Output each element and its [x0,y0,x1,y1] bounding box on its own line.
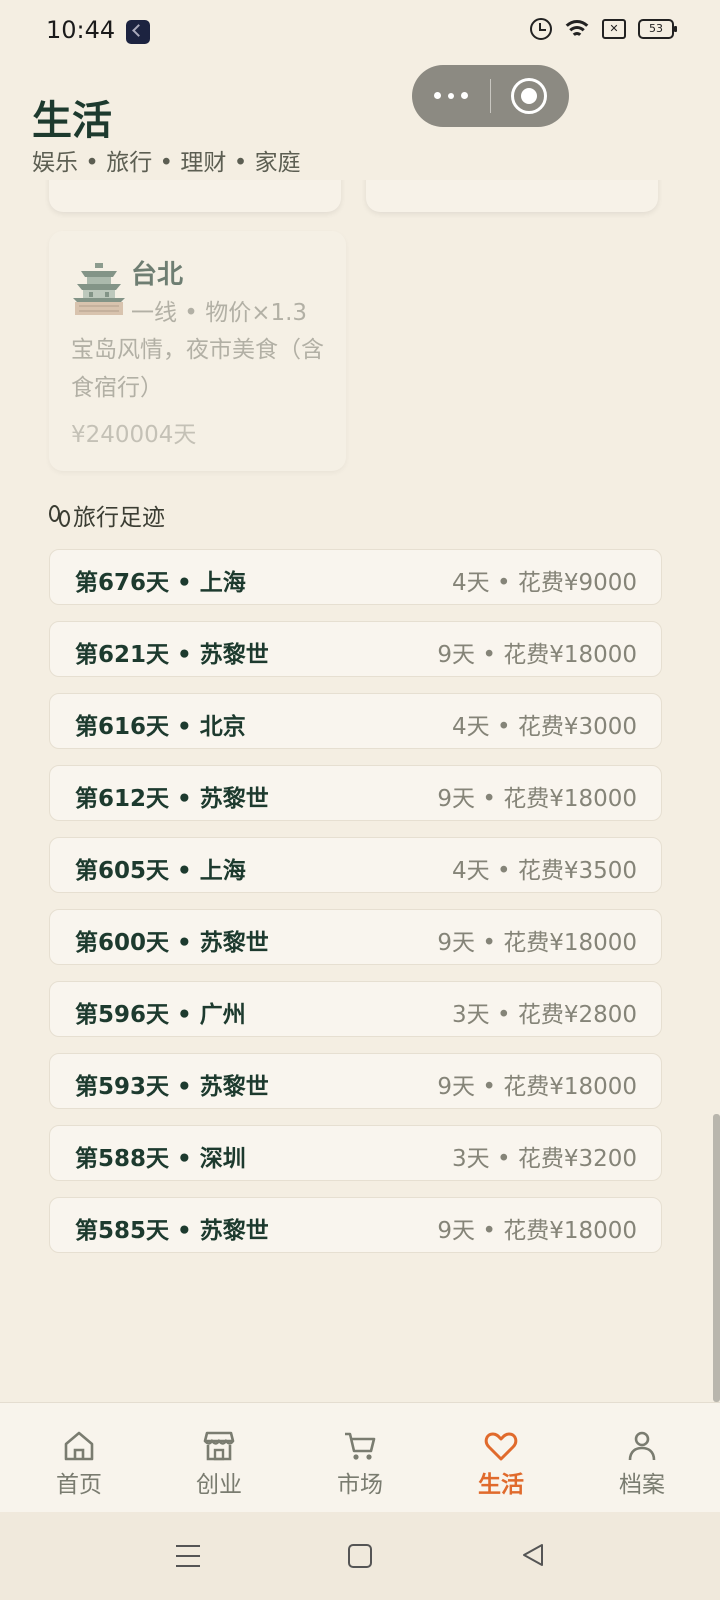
trip-day-city: 第600天 • 苏黎世 [75,930,269,956]
battery-icon: 53 [638,19,677,39]
trip-row[interactable]: 第585天 • 苏黎世 9天 • 花费¥18000 [49,1197,662,1253]
trip-row[interactable]: 第600天 • 苏黎世 9天 • 花费¥18000 [49,909,662,965]
capsule-divider [490,79,491,113]
city-description: 宝岛风情，夜市美食（含食宿行） [71,337,324,401]
heart-icon [484,1432,518,1461]
trip-duration-cost: 9天 • 花费¥18000 [437,930,637,956]
trip-duration-cost: 4天 • 花费¥3500 [452,858,637,884]
trip-day-city: 第585天 • 苏黎世 [75,1218,269,1244]
trip-duration-cost: 4天 • 花费¥9000 [452,570,637,596]
city-card-partial-left[interactable] [49,180,341,212]
trip-duration-cost: 4天 • 花费¥3000 [452,714,637,740]
cart-icon [345,1432,376,1460]
city-card-taipei[interactable]: 台北 一线 • 物价×1.3 宝岛风情，夜市美食（含食宿行） ¥240004天 [49,231,346,471]
status-icons: ✕ 53 [530,18,677,40]
trip-row[interactable]: 第616天 • 北京 4天 • 花费¥3000 [49,693,662,749]
trip-day-city: 第596天 • 广州 [75,1002,246,1028]
page-title: 生活 [32,97,112,144]
app-notification-icon [126,20,150,44]
trip-day-city: 第593天 • 苏黎世 [75,1074,269,1100]
footprint-icon [49,504,70,527]
content-scroll-area[interactable]: 台北 一线 • 物价×1.3 宝岛风情，夜市美食（含食宿行） ¥240004天 … [0,180,720,1402]
tab-business[interactable]: 创业 [147,1403,291,1513]
system-nav-bar [0,1512,720,1600]
trip-row[interactable]: 第621天 • 苏黎世 9天 • 花费¥18000 [49,621,662,677]
trip-duration-cost: 9天 • 花费¥18000 [437,642,637,668]
wifi-icon [564,18,590,40]
tab-label: 首页 [56,1472,102,1498]
trip-day-city: 第605天 • 上海 [75,858,246,884]
shop-icon [203,1431,235,1461]
trip-day-city: 第616天 • 北京 [75,714,246,740]
tab-profile[interactable]: 档案 [570,1403,714,1513]
tab-market[interactable]: 市场 [288,1403,432,1513]
sim-off-icon: ✕ [602,19,626,39]
alarm-icon [530,18,552,40]
trip-row[interactable]: 第596天 • 广州 3天 • 花费¥2800 [49,981,662,1037]
home-button-icon[interactable] [348,1544,372,1568]
tab-label: 创业 [196,1472,242,1498]
trip-duration-cost: 3天 • 花费¥2800 [452,1002,637,1028]
city-meta: 一线 • 物价×1.3 [131,300,308,326]
page-subtitle: 娱乐 • 旅行 • 理财 • 家庭 [32,150,301,176]
city-name: 台北 [131,260,184,290]
status-time: 10:44 [46,16,116,44]
trip-duration-cost: 9天 • 花费¥18000 [437,1074,637,1100]
recent-apps-icon[interactable] [176,1545,200,1567]
scrollbar[interactable] [713,1114,720,1402]
tab-home[interactable]: 首页 [7,1403,151,1513]
back-icon[interactable] [520,1542,546,1568]
trip-row[interactable]: 第676天 • 上海 4天 • 花费¥9000 [49,549,662,605]
city-price: ¥240004天 [71,422,197,448]
tab-label: 档案 [619,1472,665,1498]
pagoda-icon [73,263,125,315]
trip-row[interactable]: 第593天 • 苏黎世 9天 • 花费¥18000 [49,1053,662,1109]
home-icon [64,1431,94,1461]
section-title-travel: 旅行足迹 [49,498,165,532]
trip-day-city: 第612天 • 苏黎世 [75,786,269,812]
trip-duration-cost: 9天 • 花费¥18000 [437,786,637,812]
person-icon [628,1431,656,1461]
trip-day-city: 第588天 • 深圳 [75,1146,246,1172]
trip-row[interactable]: 第612天 • 苏黎世 9天 • 花费¥18000 [49,765,662,821]
close-miniprogram-icon[interactable] [511,78,547,114]
trip-duration-cost: 3天 • 花费¥3200 [452,1146,637,1172]
trip-duration-cost: 9天 • 花费¥18000 [437,1218,637,1244]
section-title-text: 旅行足迹 [73,505,165,531]
tab-life[interactable]: 生活 [429,1403,573,1513]
tab-bar: 首页 创业 市场 生活 档案 [0,1402,720,1513]
trip-day-city: 第676天 • 上海 [75,570,246,596]
status-bar: 10:44 ✕ 53 [0,0,720,64]
trip-day-city: 第621天 • 苏黎世 [75,642,269,668]
city-card-partial-right[interactable] [366,180,658,212]
more-icon[interactable] [412,65,490,127]
miniprogram-capsule [412,65,569,127]
trip-row[interactable]: 第605天 • 上海 4天 • 花费¥3500 [49,837,662,893]
trip-row[interactable]: 第588天 • 深圳 3天 • 花费¥3200 [49,1125,662,1181]
tab-label: 市场 [337,1472,383,1498]
tab-label: 生活 [478,1472,524,1498]
